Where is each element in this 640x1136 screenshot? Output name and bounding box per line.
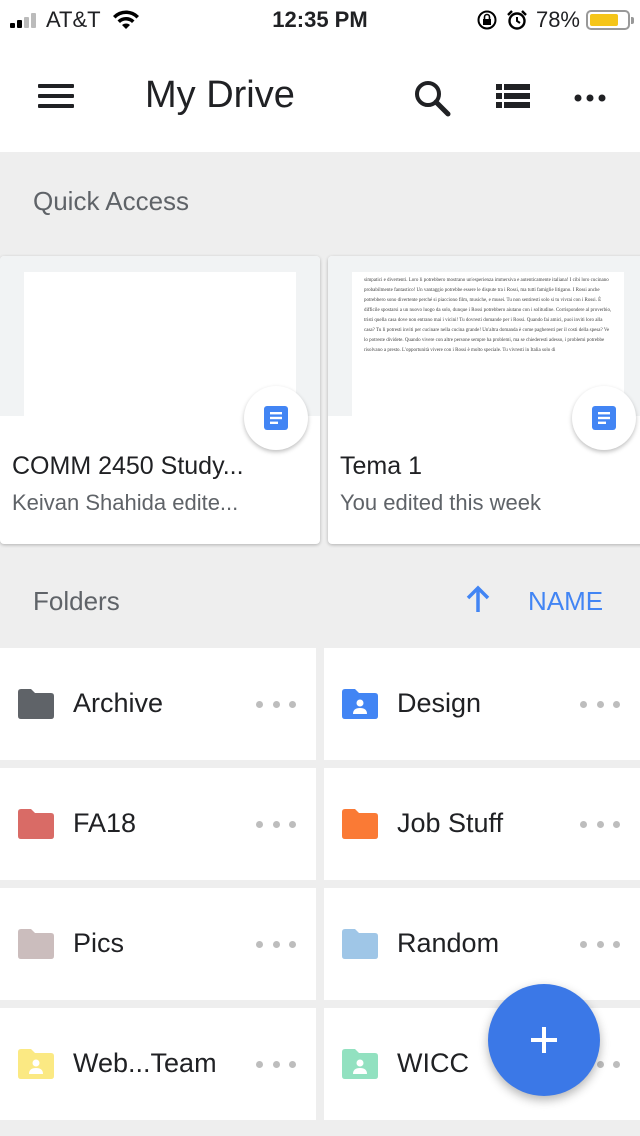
folder-icon	[342, 929, 378, 959]
folder-more-button[interactable]	[580, 932, 620, 956]
folder-item[interactable]: Random	[324, 888, 640, 1000]
folder-name: FA18	[73, 808, 137, 838]
rotation-lock-icon	[477, 10, 497, 30]
quick-access-card[interactable]: simpatici e divertenti. Loro li potrebbe…	[328, 256, 640, 544]
folder-more-button[interactable]	[256, 812, 296, 836]
more-dot-icon	[256, 820, 263, 828]
docs-icon	[592, 406, 616, 430]
search-icon	[415, 81, 451, 117]
folder-name: Design	[397, 688, 482, 718]
sort-direction-button[interactable]	[462, 584, 494, 616]
more-dot-icon	[272, 1060, 280, 1068]
folder-item[interactable]: Pics	[0, 888, 316, 1000]
folder-more-button[interactable]	[580, 812, 620, 836]
list-view-icon	[496, 84, 530, 108]
status-right: 78%	[468, 6, 634, 34]
more-dot-icon	[256, 700, 263, 708]
file-type-badge	[244, 386, 308, 450]
more-icon	[574, 94, 606, 102]
folder-more-button[interactable]	[256, 692, 296, 716]
folder-name: Random	[397, 928, 500, 958]
file-subtitle: You edited this week	[340, 490, 541, 515]
app-bar: My Drive	[0, 40, 640, 152]
folder-item[interactable]: Job Stuff	[324, 768, 640, 880]
folder-more-button[interactable]	[256, 1052, 296, 1076]
file-type-badge	[572, 386, 636, 450]
document-preview-text: simpatici e divertenti. Loro li potrebbe…	[364, 278, 612, 353]
menu-button[interactable]	[28, 78, 84, 118]
folder-name: Web...Team	[73, 1048, 217, 1078]
battery-level-fill	[590, 14, 618, 26]
more-dot-icon	[613, 820, 620, 828]
file-title: COMM 2450 Study...	[12, 452, 244, 480]
folder-item[interactable]: Design	[324, 648, 640, 760]
folder-icon	[18, 809, 54, 839]
sort-by-name-button[interactable]: NAME	[528, 586, 603, 617]
more-dot-icon	[289, 1060, 296, 1068]
more-dot-icon	[272, 940, 280, 948]
new-item-fab[interactable]	[488, 984, 600, 1096]
more-dot-icon	[613, 940, 620, 948]
more-dot-icon	[289, 820, 296, 828]
folder-name: Archive	[73, 688, 164, 718]
arrow-up-icon	[466, 585, 490, 612]
file-title: Tema 1	[340, 452, 422, 480]
quick-access-card[interactable]: COMM 2450 Study... Keivan Shahida edite.…	[0, 256, 320, 544]
more-dot-icon	[289, 940, 296, 948]
shared-folder-icon	[342, 689, 378, 719]
more-options-button[interactable]	[568, 74, 616, 122]
quick-access-header: Quick Access	[33, 186, 190, 216]
more-dot-icon	[596, 1060, 604, 1068]
folder-more-button[interactable]	[580, 692, 620, 716]
more-dot-icon	[256, 940, 263, 948]
list-view-button[interactable]	[490, 74, 538, 122]
more-dot-icon	[272, 820, 280, 828]
battery-icon	[586, 10, 634, 30]
shared-folder-icon	[18, 1049, 54, 1079]
more-dot-icon	[596, 940, 604, 948]
more-dot-icon	[596, 700, 604, 708]
page-title: My Drive	[145, 74, 295, 116]
more-dot-icon	[613, 700, 620, 708]
folder-item[interactable]: FA18	[0, 768, 316, 880]
file-subtitle: Keivan Shahida edite...	[12, 490, 239, 515]
more-dot-icon	[272, 700, 280, 708]
more-dot-icon	[580, 820, 587, 828]
folder-item[interactable]: Archive	[0, 648, 316, 760]
folder-icon	[342, 809, 378, 839]
folder-icon	[18, 689, 54, 719]
folder-item[interactable]: Web...Team	[0, 1008, 316, 1120]
status-bar: AT&T 12:35 PM 78%	[0, 0, 640, 40]
more-dot-icon	[580, 940, 587, 948]
battery-percent: 78%	[535, 7, 580, 32]
folder-name: WICC	[397, 1048, 469, 1078]
more-dot-icon	[613, 1060, 620, 1068]
more-dot-icon	[580, 700, 587, 708]
folder-name: Job Stuff	[397, 808, 504, 838]
more-dot-icon	[596, 820, 604, 828]
alarm-icon	[507, 10, 527, 30]
shared-folder-icon	[342, 1049, 378, 1079]
more-dot-icon	[289, 700, 296, 708]
more-dot-icon	[256, 1060, 263, 1068]
folder-more-button[interactable]	[256, 932, 296, 956]
menu-icon	[28, 84, 84, 108]
folder-name: Pics	[73, 928, 125, 958]
docs-icon	[264, 406, 288, 430]
search-button[interactable]	[408, 74, 456, 122]
folders-header: Folders	[33, 586, 120, 616]
folder-icon	[18, 929, 54, 959]
